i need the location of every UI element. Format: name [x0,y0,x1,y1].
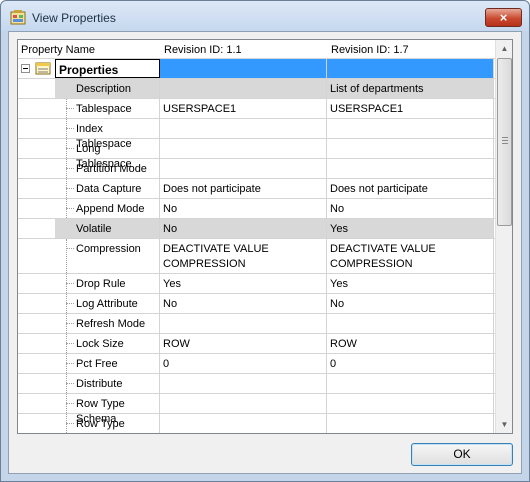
close-button[interactable]: × [485,8,522,27]
property-row[interactable]: Refresh Mode [18,314,495,334]
revision-1-1-value-cell [160,314,327,333]
revision-1-7-value-cell: USERSPACE1 [327,99,494,118]
property-name-cell: Volatile [55,219,160,238]
group-row-properties[interactable]: Properties [18,59,495,79]
property-row[interactable]: Tablespace USERSPACE1 USERSPACE1 [18,99,495,119]
property-row[interactable]: Row Type Name [18,414,495,433]
group-value-rev-1-7 [327,59,494,78]
properties-app-icon [10,10,26,25]
revision-1-7-value-cell: DEACTIVATE VALUE COMPRESSION [327,239,494,273]
property-row[interactable]: Compression DEACTIVATE VALUE COMPRESSION D… [18,239,495,274]
revision-1-7-value-cell: Yes [327,219,494,238]
property-row[interactable]: Description List of departments [18,79,495,99]
property-row[interactable]: Distribute [18,374,495,394]
revision-1-7-value-cell [327,374,494,393]
property-row[interactable]: Volatile No Yes [18,219,495,239]
revision-1-1-value-cell [160,119,327,138]
revision-1-7-value-cell [327,159,494,178]
property-name-cell: Index Tablespace [55,119,160,150]
properties-group-icon [35,62,51,75]
property-name-cell: Partition Mode [55,159,160,178]
title-bar[interactable]: View Properties × [1,1,529,31]
revision-1-1-value-cell: 0 [160,354,327,373]
revision-1-1-value-cell [160,139,327,158]
property-row[interactable]: Drop Rule Yes Yes [18,274,495,294]
revision-1-7-value-cell: 0 [327,354,494,373]
group-value-rev-1-1 [160,59,327,78]
revision-1-1-value-cell: ROW [160,334,327,353]
property-row[interactable]: Row Type Schema [18,394,495,425]
grid-header: Property Name Revision ID: 1.1 Revision … [18,40,495,59]
grip-line [502,137,508,138]
revision-1-7-value-cell: No [327,294,494,313]
property-name-cell: Pct Free [55,354,160,373]
revision-1-7-value-cell: Does not participate [327,179,494,198]
grip-line [502,143,508,144]
revision-1-1-value-cell: DEACTIVATE VALUE COMPRESSION [160,239,327,273]
revision-1-7-value-cell [327,414,494,433]
revision-1-1-value-cell [160,394,327,413]
property-name-cell: Tablespace [55,99,160,118]
grip-line [502,140,508,141]
property-row[interactable]: Log Attribute No No [18,294,495,314]
revision-1-1-value-cell: No [160,219,327,238]
scroll-down-arrow-icon[interactable]: ▼ [496,416,513,433]
property-row[interactable]: Append Mode No No [18,199,495,219]
property-row[interactable]: Index Tablespace [18,119,495,150]
vertical-scrollbar[interactable]: ▲ ▼ [495,40,512,433]
properties-grid: Property Name Revision ID: 1.1 Revision … [17,39,513,434]
property-row[interactable]: Pct Free 0 0 [18,354,495,374]
property-name-cell: Long Tablespace [55,139,160,170]
revision-1-7-value-cell: Yes [327,274,494,293]
property-row[interactable]: Lock Size ROW ROW [18,334,495,354]
group-label: Properties [55,59,160,78]
revision-1-1-value-cell: No [160,294,327,313]
revision-1-7-value-cell [327,314,494,333]
property-name-cell: Drop Rule [55,274,160,293]
revision-1-7-value-cell: No [327,199,494,218]
revision-1-1-value-cell: Yes [160,274,327,293]
close-icon: × [499,10,508,25]
revision-1-1-value-cell: No [160,199,327,218]
revision-1-1-value-cell [160,414,327,433]
property-name-cell: Refresh Mode [55,314,160,333]
revision-1-7-value-cell: ROW [327,334,494,353]
revision-1-1-value-cell [160,374,327,393]
revision-1-1-value-cell: USERSPACE1 [160,99,327,118]
property-row[interactable]: Long Tablespace [18,139,495,170]
ok-button[interactable]: OK [411,443,513,466]
property-name-cell: Description [55,79,160,98]
property-name-cell: Log Attribute [55,294,160,313]
column-header-revision-1-1[interactable]: Revision ID: 1.1 [164,44,242,56]
property-name-cell: Row Type Name [55,414,160,433]
property-name-cell: Compression [55,239,160,273]
property-name-cell: Distribute [55,374,160,393]
revision-1-1-value-cell: Does not participate [160,179,327,198]
collapse-expander-icon[interactable] [21,64,30,73]
grid-rows: Properties Description List of department… [18,59,495,433]
property-name-cell: Lock Size [55,334,160,353]
property-name-cell: Data Capture [55,179,160,198]
revision-1-7-value-cell [327,119,494,138]
property-name-cell: Append Mode [55,199,160,218]
scroll-up-arrow-icon[interactable]: ▲ [496,40,513,57]
dialog-body: Property Name Revision ID: 1.1 Revision … [8,31,522,474]
revision-1-7-value-cell [327,139,494,158]
column-header-revision-1-7[interactable]: Revision ID: 1.7 [331,44,409,56]
revision-1-7-value-cell [327,394,494,413]
scroll-thumb[interactable] [497,58,512,226]
property-name-cell: Row Type Schema [55,394,160,425]
view-properties-window: View Properties × Property Name Revision… [0,0,530,482]
window-title: View Properties [32,11,116,25]
revision-1-7-value-cell: List of departments [327,79,494,98]
column-header-property-name[interactable]: Property Name [21,44,95,56]
property-row[interactable]: Partition Mode [18,159,495,179]
revision-1-1-value-cell [160,159,327,178]
property-row[interactable]: Data Capture Does not participate Does not… [18,179,495,199]
revision-1-1-value-cell [160,79,327,98]
